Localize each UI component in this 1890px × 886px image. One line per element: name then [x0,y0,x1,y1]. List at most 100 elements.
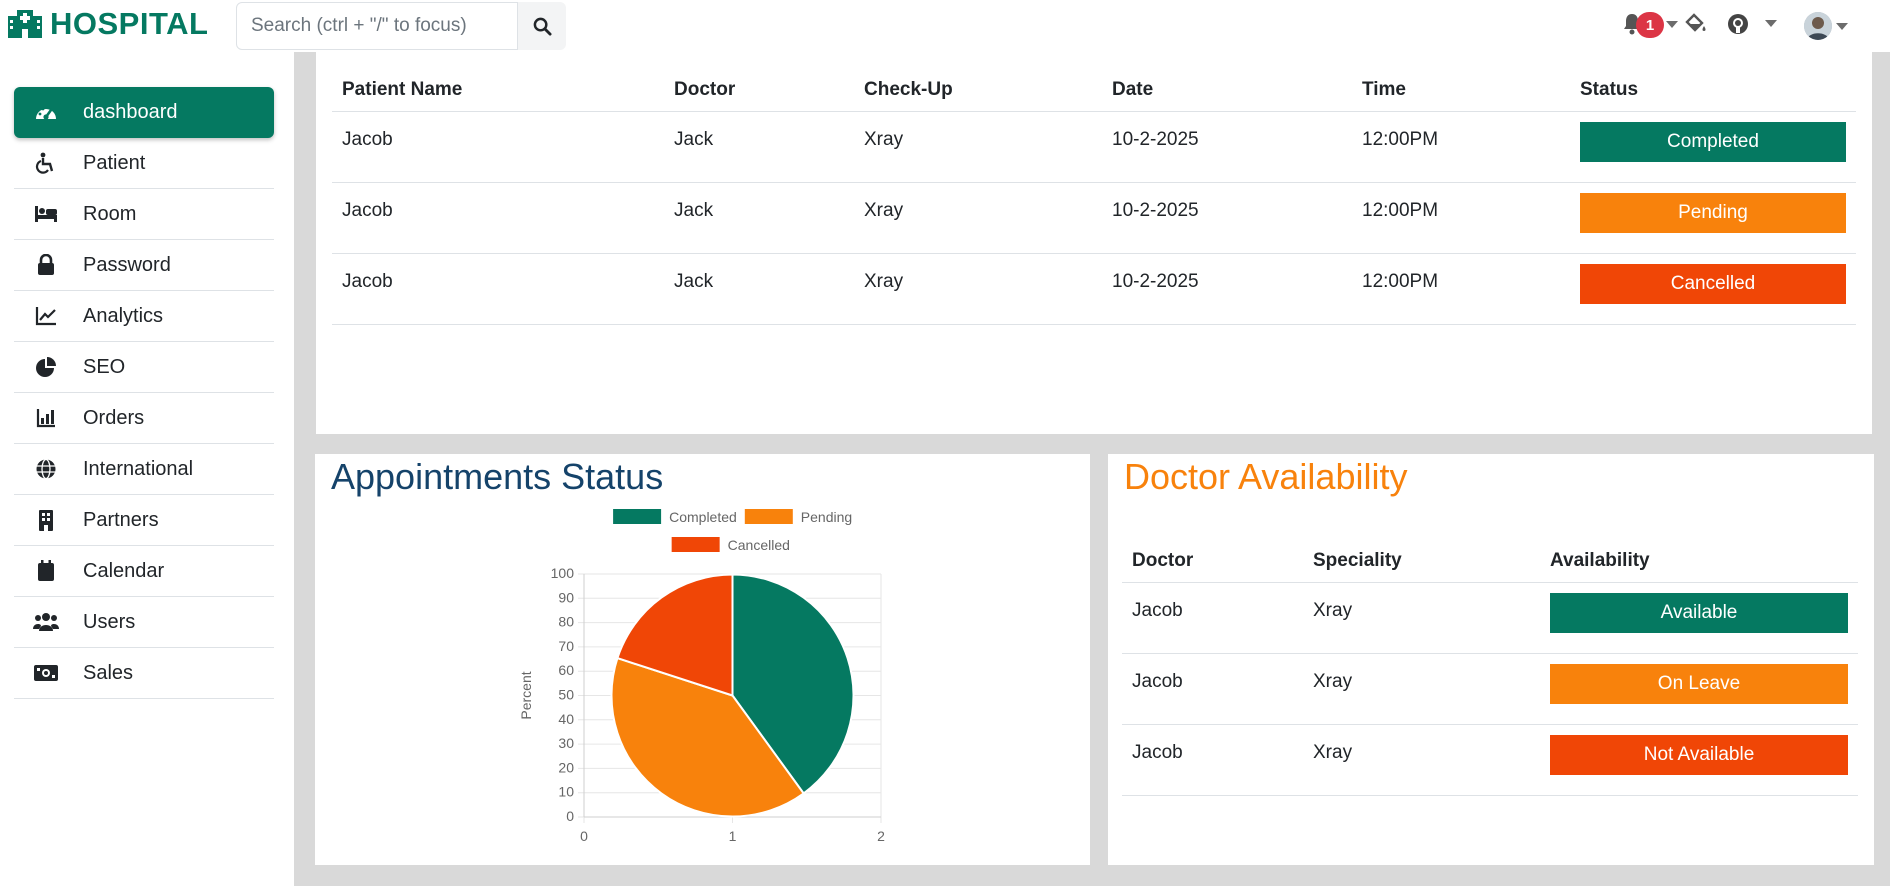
sidebar-nav: dashboard Patient Room Password Analytic… [14,87,274,699]
chevron-down-icon [1836,22,1848,30]
table-row: Jacob Xray Available [1122,582,1858,654]
sidebar-item-label: Password [83,253,171,276]
y-axis-label: Percent [518,671,534,719]
sidebar-item-international[interactable]: International [14,444,274,495]
sidebar-item-label: Users [83,610,136,633]
paint-bucket-icon [1685,13,1706,32]
availability-cell: Available [1540,582,1858,654]
x-tick-label: 0 [580,828,588,844]
column-header: Doctor [664,69,854,112]
column-header: Check-Up [854,69,1102,112]
money-icon [33,661,59,685]
time-cell: 12:00PM [1352,182,1570,254]
y-tick-label: 10 [558,784,574,800]
checkup-cell: Xray [854,111,1102,183]
status-badge: Cancelled [1580,263,1846,304]
sidebar-item-password[interactable]: Password [14,240,274,291]
user-menu[interactable] [1804,12,1848,40]
line-chart-icon [33,304,59,328]
sidebar-item-label: International [83,457,194,480]
brand-name: HOSPITAL [50,6,209,41]
status-badge: Completed [1580,121,1846,162]
sidebar-item-label: Calendar [83,559,165,582]
column-header: Availability [1540,540,1858,583]
sidebar-item-label: dashboard [83,101,178,123]
time-cell: 12:00PM [1352,253,1570,325]
chevron-down-icon [1765,20,1777,27]
patient-cell: Jacob [332,111,664,183]
sidebar-item-seo[interactable]: SEO [14,342,274,393]
sidebar-item-patient[interactable]: Patient [14,138,274,189]
more-dropdown[interactable] [1765,20,1777,27]
doctor-cell: Jacob [1122,582,1303,654]
bar-chart-icon [33,406,59,430]
search-button[interactable] [518,2,566,50]
appointments-status-chart: 0 10 20 30 40 50 60 70 80 90 100 0 1 2 Percent Complete… [518,509,885,844]
date-cell: 10-2-2025 [1102,182,1352,254]
table-row: Jacob Xray On Leave [1122,653,1858,725]
y-tick-label: 80 [558,614,574,630]
doctor-availability-panel: Doctor Availability Doctor Speciality Av… [1108,454,1874,865]
bed-icon [33,202,59,226]
availability-badge: Not Available [1550,734,1848,775]
search-input[interactable] [236,2,518,50]
appointments-panel: Patient Name Doctor Check-Up Date Time S… [316,52,1872,434]
github-link[interactable] [1727,13,1749,35]
navbar-actions: 1 [1590,0,1890,52]
search-bar [236,2,566,50]
theme-button[interactable] [1684,13,1708,35]
sidebar-item-analytics[interactable]: Analytics [14,291,274,342]
sidebar-item-label: Partners [83,508,159,531]
column-header: Patient Name [332,69,664,112]
sidebar-item-label: SEO [83,355,126,378]
date-cell: 10-2-2025 [1102,111,1352,183]
search-icon [533,17,552,36]
speciality-cell: Xray [1303,582,1540,654]
sidebar-item-calendar[interactable]: Calendar [14,546,274,597]
sidebar-item-label: Orders [83,406,145,429]
sidebar-item-label: Sales [83,661,134,684]
y-tick-label: 30 [558,735,574,751]
users-icon [33,610,59,634]
sidebar-item-label: Room [83,202,137,225]
availability-cell: On Leave [1540,653,1858,725]
column-header: Speciality [1303,540,1540,583]
notifications-dropdown[interactable]: 1 [1622,12,1678,38]
github-icon [1728,14,1748,34]
pie-chart-icon [33,355,59,379]
column-header: Status [1570,69,1856,112]
date-cell: 10-2-2025 [1102,253,1352,325]
sidebar-item-dashboard[interactable]: dashboard [14,87,274,138]
y-tick-label: 60 [558,662,574,678]
wheelchair-icon [33,151,59,175]
status-cell: Cancelled [1570,253,1856,325]
speciality-cell: Xray [1303,724,1540,796]
table-row: Jacob Jack Xray 10-2-2025 12:00PM Pendin… [332,182,1856,254]
patient-cell: Jacob [332,253,664,325]
sidebar-item-users[interactable]: Users [14,597,274,648]
sidebar: dashboard Patient Room Password Analytic… [0,52,294,886]
top-navbar: HOSPITAL 1 [0,0,1890,52]
legend-swatch [671,537,720,552]
y-tick-label: 70 [558,638,574,654]
column-header: Doctor [1122,540,1303,583]
sidebar-item-orders[interactable]: Orders [14,393,274,444]
brand[interactable]: HOSPITAL [8,4,208,44]
y-tick-label: 20 [558,759,574,775]
availability-badge: On Leave [1550,663,1848,704]
notification-badge: 1 [1636,12,1664,38]
sidebar-item-sales[interactable]: Sales [14,648,274,699]
availability-badge: Available [1550,592,1848,633]
sidebar-item-room[interactable]: Room [14,189,274,240]
checkup-cell: Xray [854,253,1102,325]
appointments-table: Patient Name Doctor Check-Up Date Time S… [332,69,1856,325]
sidebar-item-partners[interactable]: Partners [14,495,274,546]
sidebar-item-label: Analytics [83,304,164,327]
y-tick-label: 100 [551,565,575,581]
legend-label: Cancelled [728,537,790,553]
status-cell: Pending [1570,182,1856,254]
y-tick-label: 40 [558,711,574,727]
table-row: Jacob Jack Xray 10-2-2025 12:00PM Comple… [332,111,1856,183]
legend-label: Pending [801,509,852,525]
x-tick-label: 2 [877,828,885,844]
